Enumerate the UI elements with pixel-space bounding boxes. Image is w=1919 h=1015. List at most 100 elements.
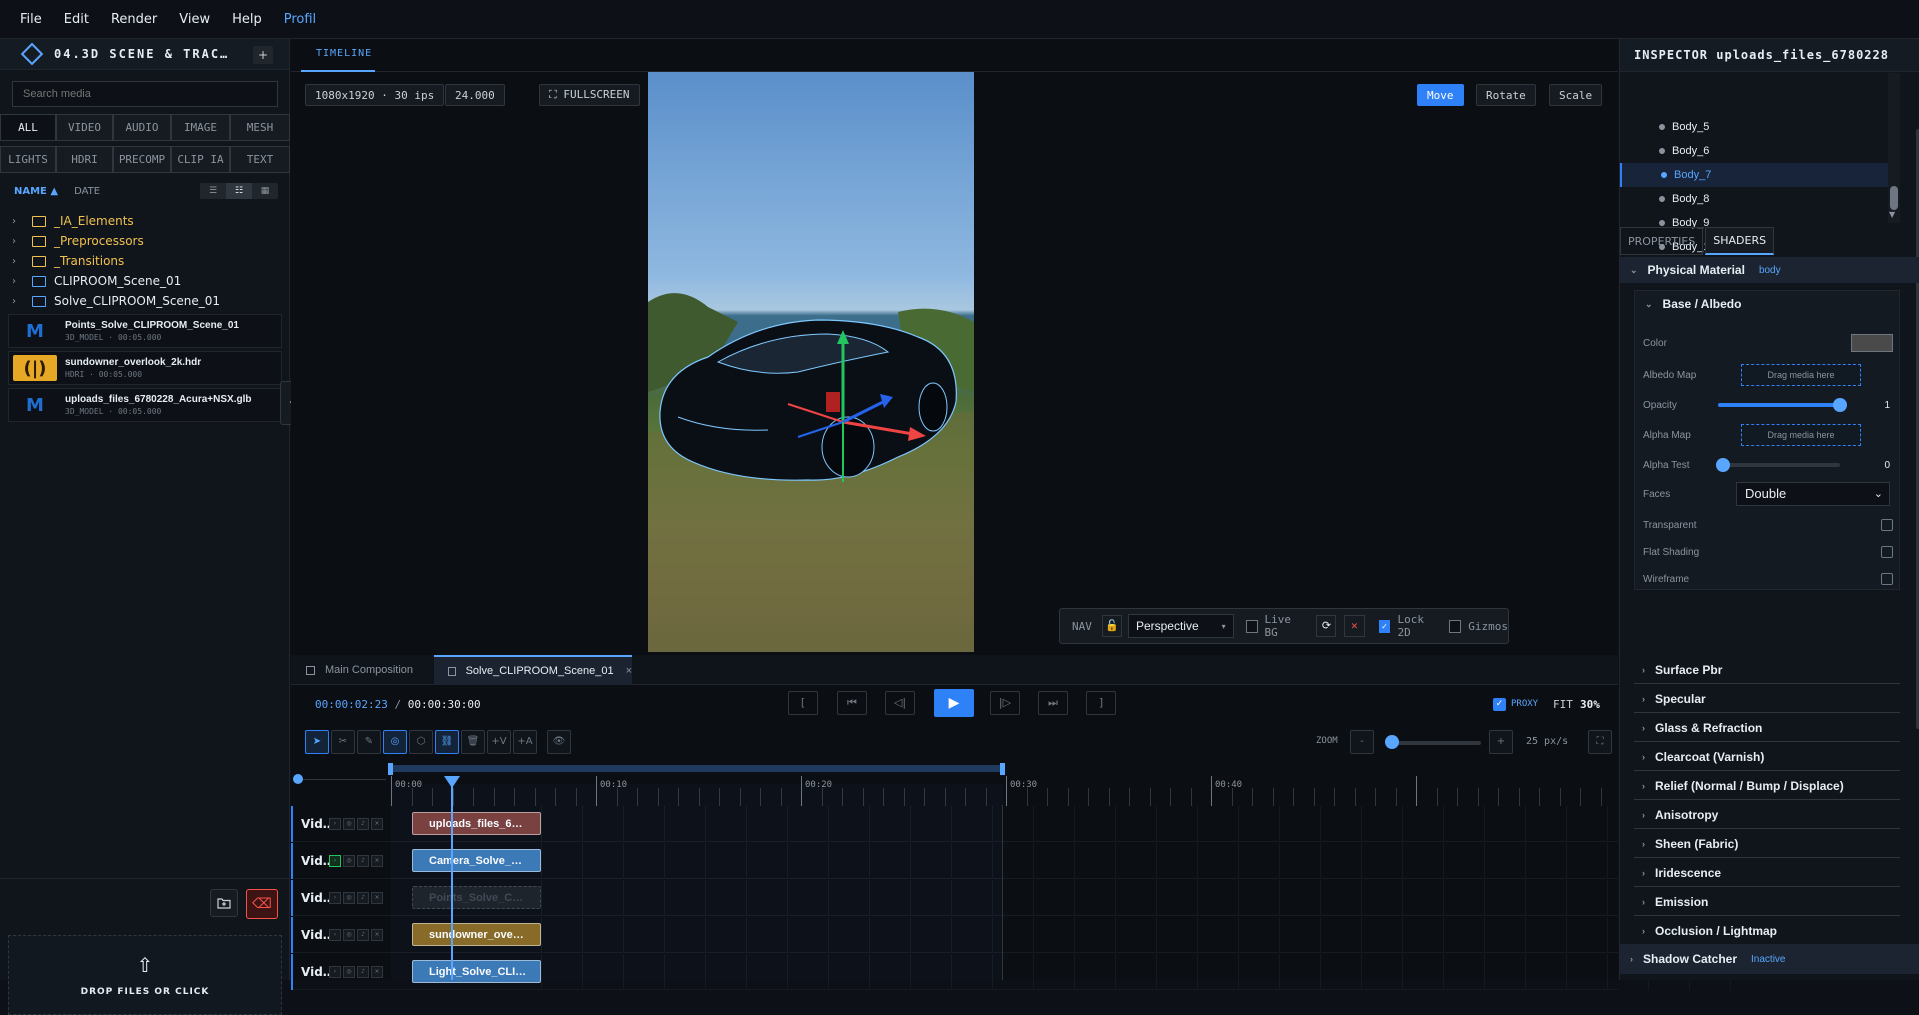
filter-lights[interactable]: LIGHTS: [0, 146, 56, 173]
fps-display[interactable]: 24.000: [445, 84, 505, 106]
albedo-drop-zone[interactable]: Drag media here: [1741, 364, 1861, 386]
shader-section[interactable]: › Sheen (Fabric): [1634, 831, 1900, 858]
eye-icon[interactable]: 👁: [547, 730, 571, 754]
tab-solve-composition[interactable]: Solve_CLIPROOM_Scene_01 ×: [434, 655, 632, 685]
rotate-mode-button[interactable]: Rotate: [1476, 84, 1536, 106]
body-item[interactable]: Body_5: [1620, 115, 1888, 139]
trash-icon[interactable]: 🗑: [461, 730, 485, 754]
shader-section[interactable]: › Occlusion / Lightmap: [1634, 918, 1900, 945]
scale-mode-button[interactable]: Scale: [1549, 84, 1603, 106]
shadow-catcher-header[interactable]: › Shadow Catcher Inactive: [1620, 944, 1919, 974]
base-albedo-header[interactable]: ⌄ Base / Albedo: [1635, 291, 1899, 317]
filter-video[interactable]: VIDEO: [56, 114, 113, 141]
menu-help[interactable]: Help: [232, 12, 262, 27]
body-item[interactable]: Body_6: [1620, 139, 1888, 163]
filter-mesh[interactable]: MESH: [230, 114, 290, 141]
add-video-track-icon[interactable]: +V: [487, 730, 511, 754]
body-item[interactable]: Body_8: [1620, 187, 1888, 211]
folder-item[interactable]: › _Preprocessors: [0, 231, 290, 251]
cube-tool-icon[interactable]: ⬡: [409, 730, 433, 754]
solo-icon[interactable]: ♪: [357, 818, 369, 830]
menu-view[interactable]: View: [179, 12, 210, 27]
shader-section[interactable]: › Emission: [1634, 889, 1900, 916]
folder-item[interactable]: › _IA_Elements: [0, 211, 290, 231]
filter-audio[interactable]: AUDIO: [113, 114, 171, 141]
work-area-start[interactable]: [388, 763, 393, 775]
shader-section[interactable]: › Anisotropy: [1634, 802, 1900, 829]
timeline-clip[interactable]: sundowner_ove…: [412, 923, 541, 946]
delete-button[interactable]: ⌫: [246, 889, 278, 919]
add-audio-track-icon[interactable]: +A: [513, 730, 537, 754]
asset-item[interactable]: (|) sundowner_overlook_2k.hdr HDRI · 00:05…: [8, 351, 282, 385]
filter-image[interactable]: IMAGE: [171, 114, 230, 141]
scene-viewport[interactable]: [648, 72, 974, 652]
sort-date[interactable]: DATE: [74, 186, 100, 197]
lock-icon[interactable]: ◎: [343, 892, 355, 904]
mute-icon[interactable]: ›: [329, 929, 341, 941]
fullscreen-button[interactable]: ⛶ FULLSCREEN: [539, 84, 640, 106]
opacity-slider[interactable]: [1718, 403, 1840, 407]
scroll-down-icon[interactable]: ▼: [1889, 210, 1895, 219]
search-media-input[interactable]: [12, 81, 278, 107]
folder-item[interactable]: › _Transitions: [0, 251, 290, 271]
pen-tool-icon[interactable]: ✎: [357, 730, 381, 754]
clear-bg-icon[interactable]: ✕: [1344, 615, 1365, 637]
asset-item[interactable]: Muploads_files_6780228_Acura+NSX.glb 3D_M…: [8, 388, 282, 422]
scrollbar[interactable]: ▼: [1888, 73, 1900, 223]
playhead-handle[interactable]: [444, 776, 460, 788]
lock-icon[interactable]: ◎: [343, 855, 355, 867]
list-view-icon[interactable]: ☰: [200, 183, 226, 199]
lock-icon[interactable]: 🔓: [1101, 615, 1122, 637]
close-tab-icon[interactable]: ×: [626, 665, 632, 677]
camera-select[interactable]: Perspective ▾: [1127, 614, 1234, 638]
mute-icon[interactable]: ›: [329, 855, 341, 867]
close-icon[interactable]: ×: [371, 892, 383, 904]
drop-zone[interactable]: ⇧ DROP FILES OR CLICK: [8, 935, 282, 1015]
zoom-slider[interactable]: [1386, 741, 1481, 745]
shader-section[interactable]: › Iridescence: [1634, 860, 1900, 887]
play-icon[interactable]: ▶: [934, 689, 974, 717]
new-folder-button[interactable]: [210, 889, 238, 917]
wireframe-checkbox[interactable]: [1881, 573, 1893, 585]
step-back-icon[interactable]: ◁|: [885, 691, 915, 715]
zoom-out-button[interactable]: -: [1350, 730, 1374, 754]
move-mode-button[interactable]: Move: [1417, 84, 1464, 106]
tab-timeline[interactable]: TIMELINE: [316, 48, 372, 59]
timeline-ruler[interactable]: 00:00 00:10 00:20 00:30 00:40: [291, 760, 1618, 806]
flat-shading-checkbox[interactable]: [1881, 546, 1893, 558]
solo-icon[interactable]: ♪: [357, 855, 369, 867]
cut-tool-icon[interactable]: ✂: [331, 730, 355, 754]
body-item[interactable]: Body_7: [1620, 163, 1888, 187]
filter-hdri[interactable]: HDRI: [56, 146, 113, 173]
timeline-clip[interactable]: uploads_files_6…: [412, 812, 541, 835]
add-project-button[interactable]: +: [253, 46, 273, 64]
folder-item[interactable]: › Solve_CLIPROOM_Scene_01: [0, 291, 290, 311]
close-icon[interactable]: ×: [371, 818, 383, 830]
solo-icon[interactable]: ♪: [357, 966, 369, 978]
filter-clip-ia[interactable]: CLIP IA: [171, 146, 230, 173]
physical-material-header[interactable]: ⌄ Physical Material body: [1620, 257, 1919, 283]
shader-section[interactable]: › Clearcoat (Varnish): [1634, 744, 1900, 771]
work-area-end[interactable]: [1000, 763, 1005, 775]
opacity-slider-handle[interactable]: [1833, 398, 1847, 412]
alpha-drop-zone[interactable]: Drag media here: [1741, 424, 1861, 446]
menu-edit[interactable]: Edit: [64, 12, 89, 27]
menu-profile[interactable]: Profil: [284, 12, 316, 27]
mute-icon[interactable]: ›: [329, 892, 341, 904]
lock-icon[interactable]: ◎: [343, 818, 355, 830]
lock-icon[interactable]: ◎: [343, 966, 355, 978]
shader-section[interactable]: › Glass & Refraction: [1634, 715, 1900, 742]
playhead[interactable]: [451, 784, 453, 980]
zoom-in-button[interactable]: +: [1489, 730, 1513, 754]
fit-value[interactable]: 30%: [1580, 698, 1600, 711]
zoom-slider-handle[interactable]: [1385, 735, 1399, 749]
scrollbar-thumb[interactable]: [1890, 186, 1898, 210]
filter-text[interactable]: TEXT: [230, 146, 290, 173]
close-icon[interactable]: ×: [371, 966, 383, 978]
filter-all[interactable]: ALL: [0, 114, 56, 141]
link-tool-icon[interactable]: ⛓: [435, 730, 459, 754]
tab-main-composition[interactable]: Main Composition: [301, 655, 421, 685]
fit-timeline-icon[interactable]: ⛶: [1588, 730, 1612, 754]
shader-section[interactable]: › Surface Pbr: [1634, 657, 1900, 684]
asset-item[interactable]: M Points_Solve_CLIPROOM_Scene_01 3D_MODEL …: [8, 314, 282, 348]
